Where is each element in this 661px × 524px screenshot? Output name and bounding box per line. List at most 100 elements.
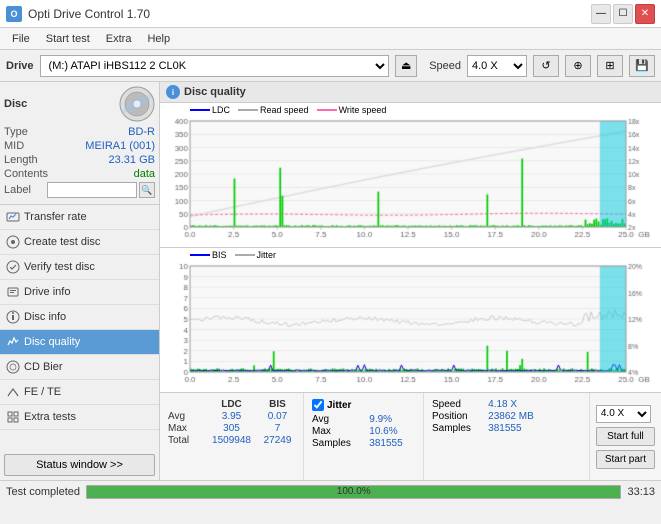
label-search-button[interactable]: 🔍 (139, 182, 155, 198)
sidebar-item-fe-te[interactable]: FE / TE (0, 380, 159, 405)
menu-help[interactable]: Help (139, 31, 178, 47)
chart2-legend: BIS Jitter (190, 250, 276, 260)
minimize-button[interactable]: — (591, 4, 611, 24)
sidebar-item-disc-info[interactable]: Disc info (0, 305, 159, 330)
ldc-chart: LDC Read speed Write speed (160, 103, 661, 248)
disc-panel: Disc Type BD-R MID MEIRA1 (001) Length 2… (0, 82, 159, 205)
sidebar-item-cd-bier[interactable]: CD Bier (0, 355, 159, 380)
sidebar-item-drive-info-label: Drive info (24, 286, 70, 298)
drive-bar: Drive (M:) ATAPI iHBS112 2 CL0K ⏏ Speed … (0, 50, 661, 82)
col-bis-header: BIS (260, 399, 295, 410)
sidebar-item-verify-test-disc[interactable]: Verify test disc (0, 255, 159, 280)
main-area: Disc Type BD-R MID MEIRA1 (001) Length 2… (0, 82, 661, 480)
sidebar-item-disc-quality[interactable]: Disc quality (0, 330, 159, 355)
label-input[interactable] (47, 182, 137, 198)
sidebar-item-create-test-disc[interactable]: Create test disc (0, 230, 159, 255)
speed-btn3[interactable]: ⊞ (597, 55, 623, 77)
sidebar-menu: Transfer rate Create test disc Verify te… (0, 205, 159, 450)
sidebar-item-transfer-rate[interactable]: Transfer rate (0, 205, 159, 230)
status-bar: Test completed 100.0% 33:13 (0, 480, 661, 502)
progress-container: 100.0% (86, 485, 621, 499)
start-speed-select[interactable]: 4.0 X (596, 405, 651, 423)
stats-panel: LDC BIS Avg 3.95 0.07 Max 305 7 Total 15… (160, 392, 661, 480)
maximize-button[interactable]: ☐ (613, 4, 633, 24)
length-value: 23.31 GB (109, 154, 155, 166)
speed-btn4[interactable]: 💾 (629, 55, 655, 77)
samples-value: 381555 (488, 423, 545, 434)
legend-jitter: Jitter (257, 250, 277, 260)
sidebar-item-verify-test-disc-label: Verify test disc (24, 261, 95, 273)
transfer-rate-icon (6, 210, 20, 224)
mid-field: MID (4, 140, 24, 152)
menu-bar: File Start test Extra Help (0, 28, 661, 50)
speed-position-stats: Speed 4.18 X Position 23862 MB Samples 3… (423, 393, 553, 480)
drive-label: Drive (6, 60, 34, 72)
status-text: Test completed (6, 486, 80, 498)
sidebar-item-drive-info[interactable]: Drive info (0, 280, 159, 305)
bis-canvas (160, 248, 661, 392)
menu-file[interactable]: File (4, 31, 38, 47)
max-bis: 7 (260, 423, 295, 434)
jitter-samples-label: Samples (312, 438, 363, 449)
legend-ldc: LDC (212, 105, 230, 115)
jitter-max-label: Max (312, 426, 363, 437)
content-area: i Disc quality LDC Read speed Write spee… (160, 82, 661, 480)
bis-chart: BIS Jitter (160, 248, 661, 393)
mid-value: MEIRA1 (001) (85, 140, 155, 152)
legend-write-speed: Write speed (339, 105, 387, 115)
menu-starttest[interactable]: Start test (38, 31, 98, 47)
position-value: 23862 MB (488, 411, 545, 422)
sidebar-item-transfer-rate-label: Transfer rate (24, 211, 87, 223)
max-label: Max (168, 423, 203, 434)
length-field: Length (4, 154, 38, 166)
eject-button[interactable]: ⏏ (395, 55, 417, 77)
ldc-canvas (160, 103, 661, 247)
total-ldc: 1509948 (209, 435, 254, 446)
sidebar-item-disc-quality-label: Disc quality (24, 336, 80, 348)
disc-icon (119, 86, 155, 122)
drive-info-icon (6, 285, 20, 299)
max-ldc: 305 (209, 423, 254, 434)
disc-quality-icon (6, 335, 20, 349)
app-title: Opti Drive Control 1.70 (28, 7, 150, 21)
sidebar-item-fe-te-label: FE / TE (24, 386, 61, 398)
sidebar-item-extra-tests[interactable]: Extra tests (0, 405, 159, 430)
extra-tests-icon (6, 410, 20, 424)
legend-read-speed: Read speed (260, 105, 309, 115)
total-label: Total (168, 435, 203, 446)
jitter-stats: Jitter Avg 9.9% Max 10.6% Samples 381555 (303, 393, 423, 480)
speed-stat-label: Speed (432, 399, 482, 410)
jitter-samples-value: 381555 (369, 438, 415, 449)
cd-bier-icon (6, 360, 20, 374)
time-display: 33:13 (627, 486, 655, 498)
window-controls: — ☐ ✕ (591, 4, 655, 24)
speed-btn2[interactable]: ⊕ (565, 55, 591, 77)
jitter-avg-value: 9.9% (369, 414, 415, 425)
type-value: BD-R (128, 126, 155, 138)
title-bar: O Opti Drive Control 1.70 — ☐ ✕ (0, 0, 661, 28)
status-window-button[interactable]: Status window >> (4, 454, 155, 476)
avg-label: Avg (168, 411, 203, 422)
speed-stat-value: 4.18 X (488, 399, 545, 410)
disc-info-icon (6, 310, 20, 324)
start-part-button[interactable]: Start part (596, 450, 655, 469)
action-buttons: 4.0 X Start full Start part (589, 393, 661, 480)
speed-refresh-button[interactable]: ↺ (533, 55, 559, 77)
jitter-checkbox[interactable] (312, 399, 324, 411)
app-icon: O (6, 6, 22, 22)
jitter-max-value: 10.6% (369, 426, 415, 437)
fe-te-icon (6, 385, 20, 399)
sidebar-item-extra-tests-label: Extra tests (24, 411, 76, 423)
drive-select[interactable]: (M:) ATAPI iHBS112 2 CL0K (40, 55, 390, 77)
contents-field: Contents (4, 168, 48, 180)
speed-select[interactable]: 4.0 X (467, 55, 527, 77)
total-bis: 27249 (260, 435, 295, 446)
start-full-button[interactable]: Start full (596, 427, 655, 446)
progress-percent: 100.0% (86, 486, 621, 497)
close-button[interactable]: ✕ (635, 4, 655, 24)
speed-label: Speed (429, 60, 461, 72)
charts-area: LDC Read speed Write speed BIS Jitter (160, 103, 661, 392)
sidebar-item-cd-bier-label: CD Bier (24, 361, 63, 373)
type-field: Type (4, 126, 28, 138)
menu-extra[interactable]: Extra (98, 31, 140, 47)
